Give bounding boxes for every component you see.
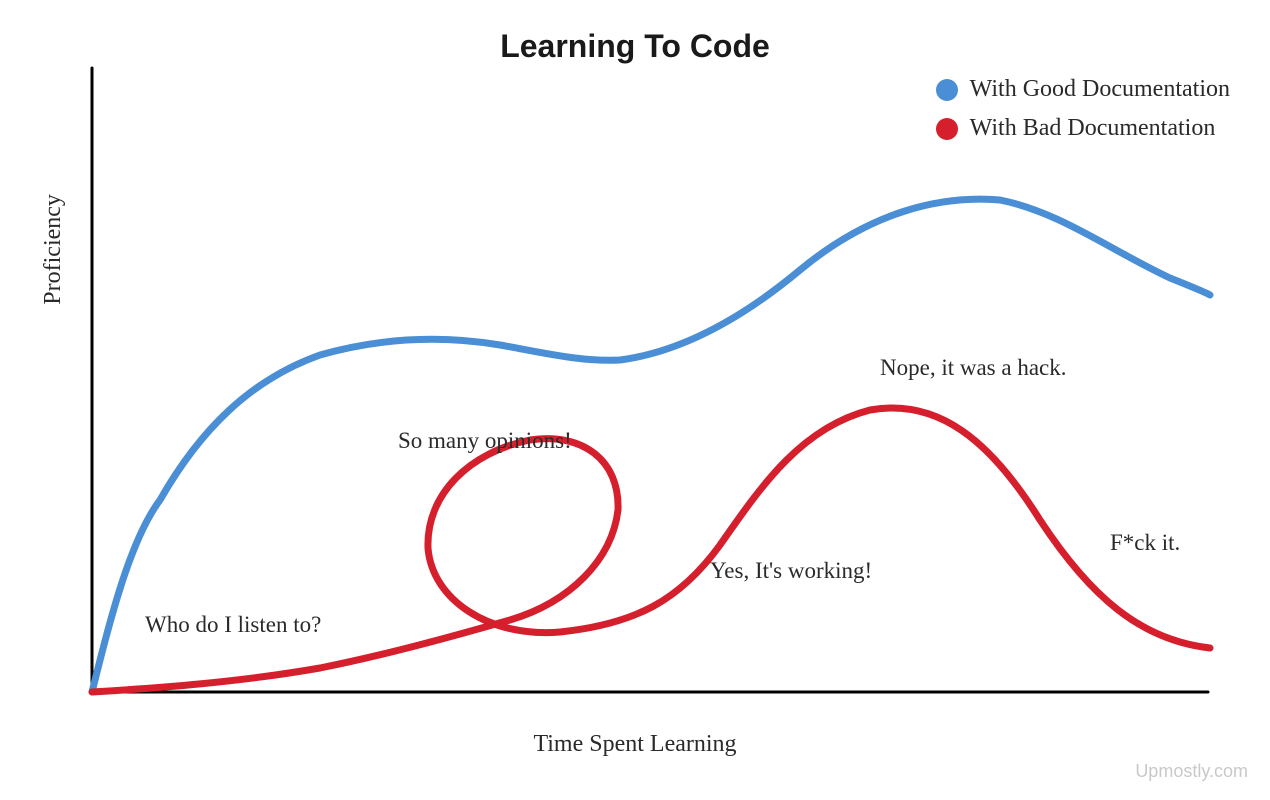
series-bad-documentation — [92, 408, 1210, 692]
chart-plot-area — [0, 0, 1270, 800]
annotation-opinions: So many opinions! — [398, 428, 572, 454]
attribution-text: Upmostly.com — [1135, 761, 1248, 782]
annotation-fck-it: F*ck it. — [1110, 530, 1180, 556]
annotation-who-listen: Who do I listen to? — [145, 612, 321, 638]
annotation-hack: Nope, it was a hack. — [880, 355, 1067, 381]
annotation-working: Yes, It's working! — [710, 558, 872, 584]
